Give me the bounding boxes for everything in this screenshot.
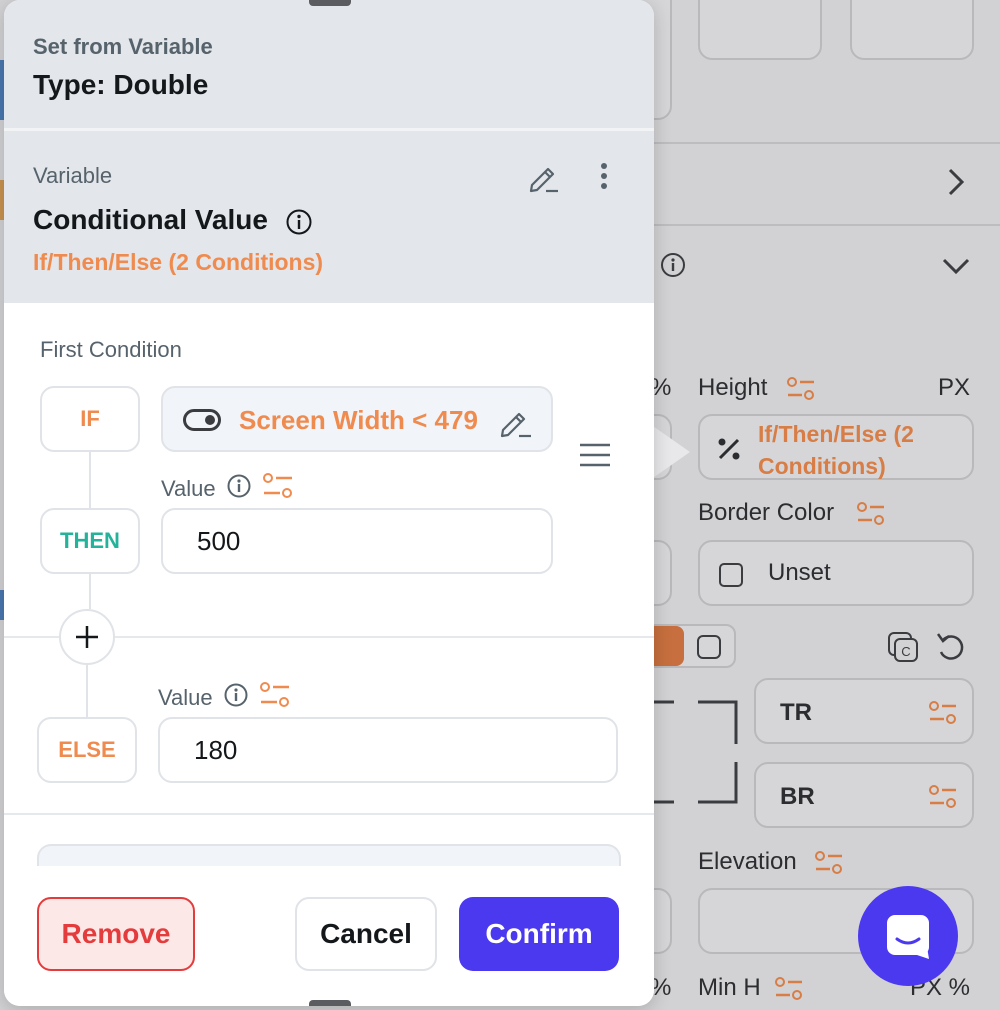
toggle-icon [183, 409, 221, 431]
tune-icon[interactable] [774, 976, 804, 1007]
section-divider [4, 813, 654, 815]
else-label: ELSE [37, 717, 137, 783]
first-condition-title: First Condition [40, 337, 182, 362]
bg-field-2[interactable] [850, 0, 974, 60]
set-from-variable-dialog: Set from Variable Type: Double Variable … [4, 0, 654, 1006]
bg-divider-2 [650, 224, 1000, 226]
radius-tr-field[interactable]: TR [754, 678, 974, 744]
then-label: THEN [40, 508, 140, 574]
chevron-right-icon[interactable] [942, 166, 968, 203]
dialog-pointer [650, 424, 690, 480]
add-condition-button[interactable] [59, 609, 115, 665]
border-color-label: Border Color [698, 499, 835, 526]
then-value-label: Value [161, 476, 216, 501]
dialog-subtitle: Set from Variable [33, 34, 213, 59]
dialog-title: Type: Double [33, 69, 209, 100]
condition-field[interactable]: Screen Width < 479 [161, 386, 553, 452]
else-value-label-row: Value [158, 681, 291, 715]
cancel-button[interactable]: Cancel [295, 897, 437, 971]
radius-tr-label: TR [780, 699, 812, 726]
square-icon[interactable] [696, 634, 722, 665]
more-vert-icon[interactable] [592, 159, 616, 200]
chat-launcher-button[interactable] [858, 886, 958, 986]
bg-divider-1 [650, 142, 1000, 144]
chat-icon [887, 915, 929, 959]
edit-icon[interactable] [526, 159, 562, 200]
tune-icon[interactable] [856, 501, 886, 532]
connector-line [89, 574, 91, 609]
confirm-button[interactable]: Confirm [459, 897, 619, 971]
dialog-header: Set from Variable Type: Double [4, 0, 654, 128]
border-color-field[interactable]: Unset [698, 540, 974, 606]
if-label: IF [40, 386, 140, 452]
divider-left [4, 636, 59, 638]
svg-text:C: C [901, 644, 910, 659]
else-value-input[interactable]: 180 [158, 717, 618, 783]
checkbox-icon[interactable] [718, 562, 744, 593]
info-icon[interactable] [223, 682, 249, 714]
tune-icon[interactable] [262, 472, 294, 506]
variable-label: Variable [33, 163, 113, 188]
radius-br-field[interactable]: BR [754, 762, 974, 828]
tune-icon[interactable] [259, 681, 291, 715]
tune-icon[interactable] [786, 376, 816, 407]
divider-right [115, 636, 654, 638]
drag-handle-bottom[interactable] [309, 1000, 351, 1006]
plus-icon [76, 626, 98, 648]
radius-preview [654, 700, 738, 804]
min-h-label: Min H [698, 974, 761, 1001]
info-icon [660, 252, 686, 283]
reorder-icon[interactable] [578, 440, 612, 475]
height-label: Height [698, 374, 768, 401]
radius-br-label: BR [780, 783, 815, 810]
height-field[interactable]: If/Then/Else (2 Conditions) [698, 414, 974, 480]
tune-icon[interactable] [928, 700, 958, 731]
else-value-label: Value [158, 685, 213, 710]
border-color-value: Unset [768, 559, 831, 586]
bg-field-1[interactable] [698, 0, 822, 60]
variable-description: If/Then/Else (2 Conditions) [33, 249, 324, 275]
info-icon[interactable] [226, 473, 252, 505]
chevron-down-icon[interactable] [940, 252, 972, 283]
elevation-label: Elevation [698, 848, 797, 875]
variable-name: Conditional Value [33, 204, 268, 235]
percent-icon [714, 434, 744, 469]
drag-handle-top[interactable] [309, 0, 351, 6]
info-icon[interactable] [285, 208, 313, 241]
undo-icon[interactable] [934, 630, 968, 669]
connector-line [89, 452, 91, 508]
height-value: If/Then/Else (2 Conditions) [758, 421, 914, 479]
remove-button[interactable]: Remove [37, 897, 195, 971]
connector-line [86, 665, 88, 717]
then-value-label-row: Value [161, 472, 294, 506]
tune-icon[interactable] [814, 850, 844, 881]
variable-section[interactable]: Variable Conditional Value If/Then/Else … [4, 131, 654, 303]
copy-icon[interactable]: C [886, 630, 920, 669]
then-value-input[interactable]: 500 [161, 508, 553, 574]
edit-icon[interactable] [497, 404, 535, 445]
condition-text: Screen Width < 479 [239, 405, 478, 435]
tune-icon[interactable] [928, 784, 958, 815]
height-unit[interactable]: PX [938, 374, 970, 402]
